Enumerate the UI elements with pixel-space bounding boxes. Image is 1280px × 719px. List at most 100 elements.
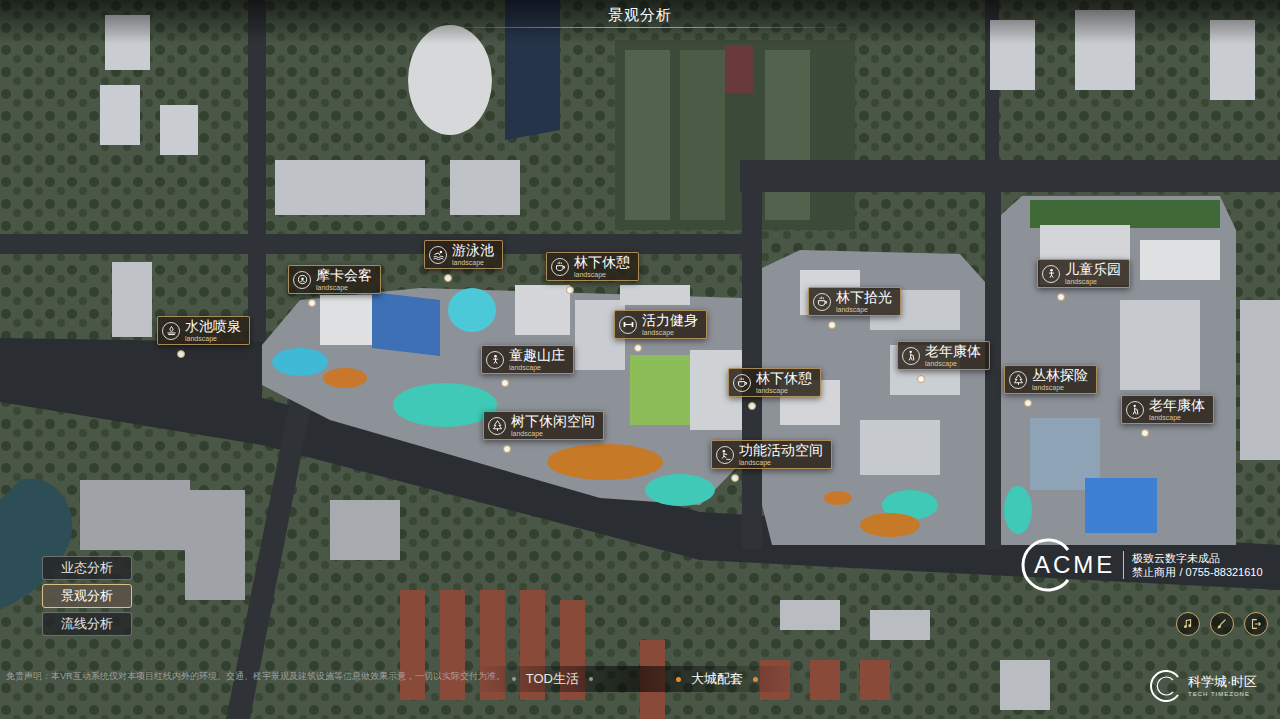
pin-text: 儿童乐园landscape	[1065, 261, 1121, 286]
pin-sub: landscape	[739, 459, 771, 467]
pin-label: 树下休闲空间	[511, 413, 595, 430]
bottom-tab[interactable]: 大城配套	[668, 671, 766, 687]
pin-label: 游泳池	[452, 242, 494, 259]
pin-anchor-dot	[1141, 429, 1149, 437]
bottom-tab-label: TOD生活	[526, 671, 579, 687]
pin-anchor-dot	[566, 286, 574, 294]
landscape-pin[interactable]: 丛林探险landscape	[1004, 365, 1097, 394]
side-menu-item[interactable]: 业态分析	[42, 556, 132, 580]
kids-icon	[486, 351, 504, 369]
pin-text: 老年康体landscape	[925, 343, 981, 368]
pin-anchor-dot	[1057, 293, 1065, 301]
pin-text: 老年康体landscape	[1149, 397, 1205, 422]
activity-icon	[716, 446, 734, 464]
tab-dot	[753, 677, 758, 682]
bottom-tab-label: 大城配套	[691, 671, 743, 687]
side-menu-item[interactable]: 景观分析	[42, 584, 132, 608]
pin-sub: landscape	[1149, 414, 1181, 422]
pin-sub: landscape	[185, 335, 217, 343]
landscape-pin[interactable]: 功能活动空间landscape	[711, 440, 832, 469]
aerial-map[interactable]	[0, 0, 1280, 719]
landscape-pin[interactable]: 林下拾光landscape	[808, 287, 901, 316]
landscape-pin[interactable]: 老年康体landscape	[1121, 395, 1214, 424]
pin-text: 摩卡会客landscape	[316, 267, 372, 292]
swim-icon	[429, 246, 447, 264]
pin-sub: landscape	[452, 259, 484, 267]
side-menu-item[interactable]: 流线分析	[42, 612, 132, 636]
page-title: 景观分析	[608, 4, 672, 26]
cafe-icon	[733, 374, 751, 392]
landscape-pin[interactable]: 儿童乐园landscape	[1037, 259, 1130, 288]
pin-label: 功能活动空间	[739, 442, 823, 459]
landscape-pin[interactable]: 老年康体landscape	[897, 341, 990, 370]
side-menu-label: 景观分析	[61, 588, 113, 604]
side-menu: 业态分析景观分析流线分析	[42, 556, 132, 636]
pin-text: 丛林探险landscape	[1032, 367, 1088, 392]
cafe-icon	[813, 293, 831, 311]
pin-sub: landscape	[1032, 384, 1064, 392]
landscape-pin[interactable]: 水池喷泉landscape	[157, 316, 250, 345]
pin-anchor-dot	[177, 350, 185, 358]
pin-anchor-dot	[1024, 399, 1032, 407]
pin-anchor-dot	[917, 375, 925, 383]
acme-divider	[1123, 551, 1124, 579]
landscape-pin[interactable]: 树下休闲空间landscape	[483, 411, 604, 440]
exit-icon[interactable]	[1244, 612, 1268, 636]
pin-text: 水池喷泉landscape	[185, 318, 241, 343]
bottom-tab[interactable]: TOD生活	[504, 671, 601, 687]
pin-label: 儿童乐园	[1065, 261, 1121, 278]
title-wrap: 景观分析	[540, 4, 740, 26]
disclaimer: 免责声明：本VR互动系统仅对本项目红线内外的环境、交通、楼宇景观及建筑设施等信息…	[6, 670, 476, 682]
pin-label: 摩卡会客	[316, 267, 372, 284]
landscape-pin[interactable]: 游泳池landscape	[424, 240, 503, 269]
pin-sub: landscape	[1065, 278, 1097, 286]
tree-icon	[1009, 371, 1027, 389]
landscape-pin[interactable]: 童趣山庄landscape	[481, 345, 574, 374]
pin-label: 林下拾光	[836, 289, 892, 306]
disclaimer-wrap: 免责声明：本VR互动系统仅对本项目红线内外的环境、交通、楼宇景观及建筑设施等信息…	[6, 670, 476, 682]
pin-label: 林下休憩	[574, 254, 630, 271]
acme-brand: ACME	[1024, 548, 1115, 582]
pin-sub: landscape	[756, 387, 788, 395]
elderly-icon	[902, 347, 920, 365]
pin-sub: landscape	[642, 329, 674, 337]
fountain-icon	[162, 322, 180, 340]
logo-c-icon	[1148, 668, 1184, 704]
tab-dot	[676, 677, 681, 682]
logo-sub: TECH TIMEZONE	[1188, 690, 1257, 698]
kids-icon	[1042, 265, 1060, 283]
pin-label: 林下休憩	[756, 370, 812, 387]
pin-text: 功能活动空间landscape	[739, 442, 823, 467]
bottom-tabs: TOD生活 大城配套	[470, 666, 800, 692]
landscape-pin[interactable]: 林下休憩landscape	[728, 368, 821, 397]
pin-label: 丛林探险	[1032, 367, 1088, 384]
tool-buttons	[1176, 612, 1268, 636]
music-icon[interactable]	[1176, 612, 1200, 636]
meeting-icon	[293, 271, 311, 289]
pin-label: 水池喷泉	[185, 318, 241, 335]
pin-text: 游泳池landscape	[452, 242, 494, 267]
tab-dot	[512, 677, 516, 681]
pin-anchor-dot	[748, 402, 756, 410]
pin-sub: landscape	[836, 306, 868, 314]
pin-anchor-dot	[503, 445, 511, 453]
pin-text: 树下休闲空间landscape	[511, 413, 595, 438]
pin-text: 童趣山庄landscape	[509, 347, 565, 372]
pin-anchor-dot	[731, 474, 739, 482]
pin-sub: landscape	[925, 360, 957, 368]
pin-text: 林下拾光landscape	[836, 289, 892, 314]
pin-text: 活力健身landscape	[642, 312, 698, 337]
pin-anchor-dot	[634, 344, 642, 352]
landscape-pin[interactable]: 活力健身landscape	[614, 310, 707, 339]
acme-watermark: ACME极致云数字未成品禁止商用 / 0755-88321610	[1024, 548, 1263, 582]
fitness-icon	[619, 316, 637, 334]
pin-label: 老年康体	[1149, 397, 1205, 414]
brush-icon[interactable]	[1210, 612, 1234, 636]
elderly-icon	[1126, 401, 1144, 419]
landscape-pin[interactable]: 摩卡会客landscape	[288, 265, 381, 294]
landscape-pin[interactable]: 林下休憩landscape	[546, 252, 639, 281]
logo-text: 科学城·时区TECH TIMEZONE	[1188, 674, 1257, 698]
cafe-icon	[551, 258, 569, 276]
pin-anchor-dot	[444, 274, 452, 282]
pin-sub: landscape	[574, 271, 606, 279]
